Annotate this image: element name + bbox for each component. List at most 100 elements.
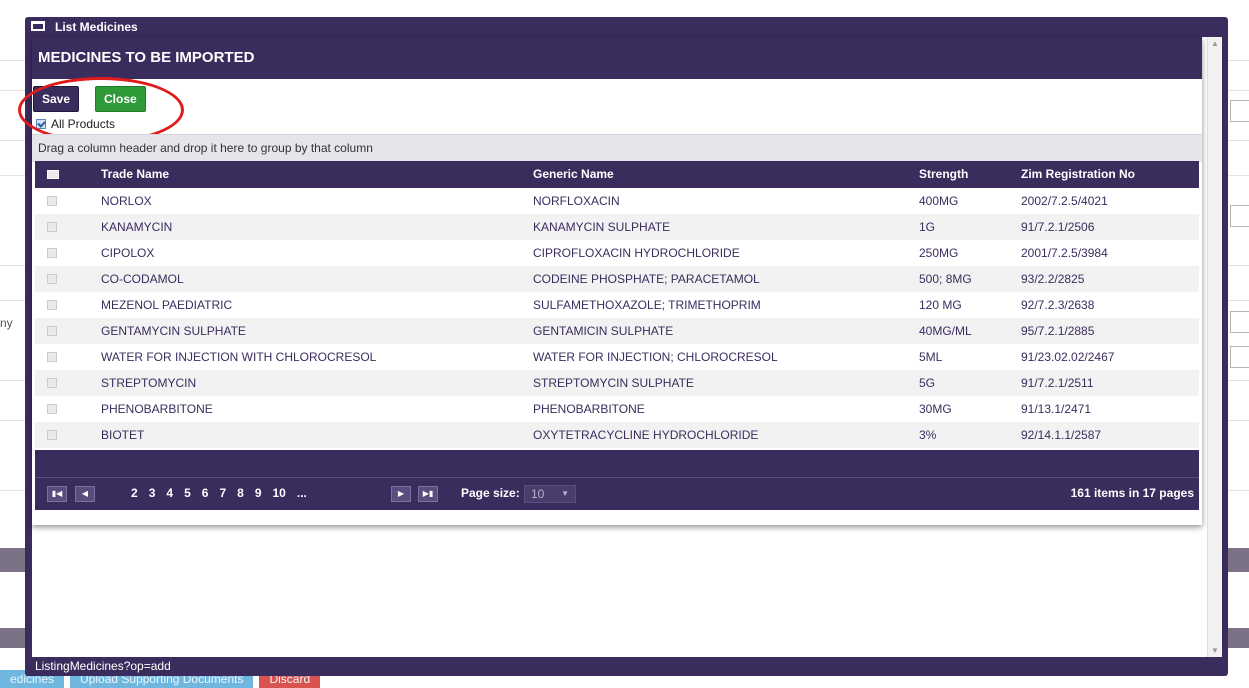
cell-strength: 1G [919,220,936,234]
pager: ▮◀ ◀ 2 3 4 5 6 7 8 9 10... ▶ ▶▮ Page size: 10 ▼ … [35,477,1199,510]
cell-registration-no: 91/23.02.02/2467 [1021,350,1115,364]
chevron-down-icon: ▼ [561,489,569,498]
cell-strength: 5ML [919,350,943,364]
page-link[interactable]: 10 [273,486,286,501]
window-title-bar[interactable]: List Medicines [25,17,1228,37]
row-checkbox[interactable] [47,196,57,206]
table-row[interactable]: WATER FOR INJECTION WITH CHLOROCRESOL WAT… [35,344,1199,370]
row-checkbox[interactable] [47,248,57,258]
cell-registration-no: 2002/7.2.5/4021 [1021,194,1108,208]
cell-strength: 3% [919,428,937,442]
table-row[interactable]: NORLOX NORFLOXACIN 400MG 2002/7.2.5/4021 [35,188,1199,214]
column-header-strength[interactable]: Strength [919,161,968,187]
page-link[interactable]: 7 [219,486,226,501]
row-checkbox[interactable] [47,222,57,232]
row-checkbox[interactable] [47,430,57,440]
first-page-icon[interactable]: ▮◀ [47,486,67,502]
group-drop-area[interactable]: Drag a column header and drop it here to… [32,134,1202,162]
cell-registration-no: 91/7.2.1/2506 [1021,220,1095,234]
table-row[interactable]: CIPOLOX CIPROFLOXACIN HYDROCHLORIDE 250MG 2… [35,240,1199,266]
next-page-icon[interactable]: ▶ [391,486,411,502]
page-link[interactable]: 5 [184,486,191,501]
page-link[interactable]: 9 [255,486,262,501]
cell-strength: 30MG [919,402,952,416]
cell-registration-no: 95/7.2.1/2885 [1021,324,1095,338]
row-checkbox[interactable] [47,352,57,362]
cell-strength: 500; 8MG [919,272,972,286]
table-row[interactable]: STREPTOMYCIN STREPTOMYCIN SULPHATE 5G 91/7.… [35,370,1199,396]
cell-trade-name: NORLOX [101,194,152,208]
close-button[interactable]: Close [95,86,146,112]
column-header-trade-name[interactable]: Trade Name [101,161,169,187]
table-row[interactable]: CO-CODAMOL CODEINE PHOSPHATE; PARACETAMOL… [35,266,1199,292]
all-products-label: All Products [51,117,116,131]
page-link[interactable]: 8 [237,486,244,501]
last-page-icon[interactable]: ▶▮ [418,486,438,502]
row-checkbox[interactable] [47,378,57,388]
cell-generic-name: PHENOBARBITONE [533,402,645,416]
table-row[interactable]: KANAMYCIN KANAMYCIN SULPHATE 1G 91/7.2.1/25… [35,214,1199,240]
cell-trade-name: CO-CODAMOL [101,272,184,286]
cell-trade-name: WATER FOR INJECTION WITH CHLOROCRESOL [101,350,377,364]
page-link[interactable]: 4 [166,486,173,501]
grid-rows: NORLOX NORFLOXACIN 400MG 2002/7.2.5/4021 KAN… [35,188,1199,448]
select-all-checkbox[interactable] [47,170,59,179]
cell-registration-no: 91/7.2.1/2511 [1021,376,1094,390]
cell-trade-name: MEZENOL PAEDIATRIC [101,298,233,312]
page-size-select[interactable]: 10 ▼ [524,485,576,503]
column-header-generic-name[interactable]: Generic Name [533,161,614,187]
scroll-up-icon[interactable]: ▲ [1211,39,1219,48]
scroll-down-icon[interactable]: ▼ [1211,646,1219,655]
row-checkbox[interactable] [47,404,57,414]
page-numbers: 2 3 4 5 6 7 8 9 10... [131,486,307,501]
cell-trade-name: CIPOLOX [101,246,155,260]
cell-registration-no: 92/14.1.1/2587 [1021,428,1102,442]
cell-strength: 120 MG [919,298,962,312]
table-row[interactable]: PHENOBARBITONE PHENOBARBITONE 30MG 91/13.1/… [35,396,1199,422]
status-text: ListingMedicines?op=add [35,659,171,673]
row-checkbox[interactable] [47,326,57,336]
group-hint: Drag a column header and drop it here to… [38,141,373,155]
cell-generic-name: CIPROFLOXACIN HYDROCHLORIDE [533,246,740,260]
cell-registration-no: 92/7.2.3/2638 [1021,298,1095,312]
cell-trade-name: STREPTOMYCIN [101,376,197,390]
page-link[interactable]: ... [297,486,307,501]
page-link[interactable]: 2 [131,486,138,501]
table-row[interactable]: MEZENOL PAEDIATRIC SULFAMETHOXAZOLE; TRIM… [35,292,1199,318]
table-row[interactable]: BIOTET OXYTETRACYCLINE HYDROCHLORIDE 3% 92/… [35,422,1199,448]
cell-strength: 40MG/ML [919,324,972,338]
panel-header: MEDICINES TO BE IMPORTED [32,37,1202,79]
cell-generic-name: NORFLOXACIN [533,194,620,208]
cell-generic-name: CODEINE PHOSPHATE; PARACETAMOL [533,272,760,286]
medicines-grid: Trade Name Generic Name Strength Zim Reg… [35,161,1199,448]
cell-generic-name: GENTAMICIN SULPHATE [533,324,674,338]
page-size-label: Page size: [461,486,520,500]
background-label: ny [0,316,13,330]
all-products-checkbox[interactable]: All Products [36,117,115,131]
cell-generic-name: WATER FOR INJECTION; CHLOROCRESOL [533,350,778,364]
cell-generic-name: OXYTETRACYCLINE HYDROCHLORIDE [533,428,759,442]
background-field [1230,346,1249,368]
row-checkbox[interactable] [47,300,57,310]
cell-registration-no: 91/13.1/2471 [1021,402,1092,416]
page-size-value: 10 [531,487,545,501]
window-body: MEDICINES TO BE IMPORTED Save Close All … [18,37,1222,657]
list-medicines-window: List Medicines MEDICINES TO BE IMPORTED … [18,17,1228,676]
table-row[interactable]: GENTAMYCIN SULPHATE GENTAMICIN SULPHATE 40… [35,318,1199,344]
cell-trade-name: BIOTET [101,428,145,442]
save-button[interactable]: Save [33,86,80,112]
cell-registration-no: 93/2.2/2825 [1021,272,1085,286]
checkbox-icon[interactable] [36,119,46,129]
page-link[interactable]: 6 [202,486,209,501]
row-checkbox[interactable] [47,274,57,284]
prev-page-icon[interactable]: ◀ [75,486,95,502]
column-header-registration-no[interactable]: Zim Registration No [1021,161,1135,187]
cell-generic-name: SULFAMETHOXAZOLE; TRIMETHOPRIM [533,298,761,312]
grid-footer [35,450,1199,477]
page-link[interactable]: 3 [149,486,156,501]
background-field [1230,100,1249,122]
background-field [1230,205,1249,227]
window-title: List Medicines [55,20,138,34]
cell-generic-name: KANAMYCIN SULPHATE [533,220,671,234]
window-scrollbar[interactable]: ▲ ▼ [1207,37,1222,657]
